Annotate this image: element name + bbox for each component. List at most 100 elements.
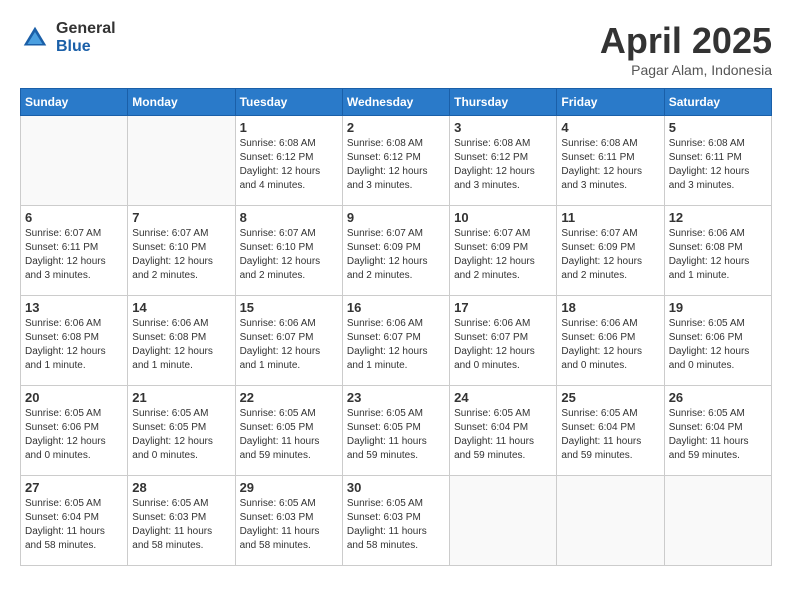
calendar-cell: 15 Sunrise: 6:06 AM Sunset: 6:07 PM Dayli… [235,296,342,386]
calendar-table: SundayMondayTuesdayWednesdayThursdayFrid… [20,88,772,566]
day-info: Sunrise: 6:08 AM Sunset: 6:12 PM Dayligh… [347,137,445,193]
calendar-cell: 4 Sunrise: 6:08 AM Sunset: 6:11 PM Daylig… [557,116,664,206]
day-number: 24 [454,390,552,405]
day-number: 3 [454,120,552,135]
day-info: Sunrise: 6:06 AM Sunset: 6:06 PM Dayligh… [561,317,659,373]
day-number: 16 [347,300,445,315]
day-info: Sunrise: 6:06 AM Sunset: 6:08 PM Dayligh… [132,317,230,373]
logo-blue-text: Blue [56,38,116,56]
day-number: 22 [240,390,338,405]
calendar-cell: 25 Sunrise: 6:05 AM Sunset: 6:04 PM Dayli… [557,386,664,476]
week-row-4: 20Sunrise: 6:05 AM Sunset: 6:06 PM Dayli… [21,386,772,476]
day-info: Sunrise: 6:08 AM Sunset: 6:12 PM Dayligh… [240,137,338,193]
day-number: 28 [132,480,230,495]
calendar-cell: 14Sunrise: 6:06 AM Sunset: 6:08 PM Dayli… [128,296,235,386]
day-info: Sunrise: 6:06 AM Sunset: 6:08 PM Dayligh… [669,227,767,283]
day-info: Sunrise: 6:05 AM Sunset: 6:03 PM Dayligh… [240,497,338,553]
calendar-cell: 22 Sunrise: 6:05 AM Sunset: 6:05 PM Dayli… [235,386,342,476]
calendar-cell: 23Sunrise: 6:05 AM Sunset: 6:05 PM Dayli… [342,386,449,476]
weekday-header-monday: Monday [128,89,235,116]
day-number: 30 [347,480,445,495]
day-info: Sunrise: 6:06 AM Sunset: 6:07 PM Dayligh… [454,317,552,373]
weekday-header-sunday: Sunday [21,89,128,116]
day-info: Sunrise: 6:05 AM Sunset: 6:04 PM Dayligh… [669,407,767,463]
day-info: Sunrise: 6:07 AM Sunset: 6:09 PM Dayligh… [347,227,445,283]
week-row-1: 1 Sunrise: 6:08 AM Sunset: 6:12 PM Daylig… [21,116,772,206]
day-number: 2 [347,120,445,135]
calendar-cell: 7 Sunrise: 6:07 AM Sunset: 6:10 PM Daylig… [128,206,235,296]
logo: General Blue [20,20,116,55]
calendar-cell: 20Sunrise: 6:05 AM Sunset: 6:06 PM Dayli… [21,386,128,476]
calendar-cell: 28 Sunrise: 6:05 AM Sunset: 6:03 PM Dayli… [128,476,235,566]
day-info: Sunrise: 6:06 AM Sunset: 6:07 PM Dayligh… [240,317,338,373]
calendar-cell: 10 Sunrise: 6:07 AM Sunset: 6:09 PM Dayli… [450,206,557,296]
calendar-cell: 13 Sunrise: 6:06 AM Sunset: 6:08 PM Dayli… [21,296,128,386]
weekday-header-friday: Friday [557,89,664,116]
day-info: Sunrise: 6:08 AM Sunset: 6:11 PM Dayligh… [669,137,767,193]
calendar-cell [128,116,235,206]
day-info: Sunrise: 6:05 AM Sunset: 6:04 PM Dayligh… [25,497,123,553]
calendar-cell [557,476,664,566]
day-info: Sunrise: 6:07 AM Sunset: 6:09 PM Dayligh… [454,227,552,283]
day-number: 27 [25,480,123,495]
page-header: General Blue April 2025 Pagar Alam, Indo… [20,20,772,78]
day-info: Sunrise: 6:07 AM Sunset: 6:10 PM Dayligh… [240,227,338,283]
calendar-cell: 1 Sunrise: 6:08 AM Sunset: 6:12 PM Daylig… [235,116,342,206]
calendar-cell: 8 Sunrise: 6:07 AM Sunset: 6:10 PM Daylig… [235,206,342,296]
day-number: 9 [347,210,445,225]
calendar-cell [450,476,557,566]
logo-icon [20,23,50,53]
calendar-cell: 17 Sunrise: 6:06 AM Sunset: 6:07 PM Dayli… [450,296,557,386]
calendar-cell: 16 Sunrise: 6:06 AM Sunset: 6:07 PM Dayli… [342,296,449,386]
day-number: 10 [454,210,552,225]
logo-general-text: General [56,20,116,38]
calendar-cell: 3 Sunrise: 6:08 AM Sunset: 6:12 PM Daylig… [450,116,557,206]
calendar-cell: 11Sunrise: 6:07 AM Sunset: 6:09 PM Dayli… [557,206,664,296]
day-info: Sunrise: 6:06 AM Sunset: 6:07 PM Dayligh… [347,317,445,373]
week-row-2: 6Sunrise: 6:07 AM Sunset: 6:11 PM Daylig… [21,206,772,296]
day-number: 7 [132,210,230,225]
day-info: Sunrise: 6:08 AM Sunset: 6:11 PM Dayligh… [561,137,659,193]
logo-text: General Blue [56,20,116,55]
calendar-cell: 21 Sunrise: 6:05 AM Sunset: 6:05 PM Dayli… [128,386,235,476]
day-info: Sunrise: 6:06 AM Sunset: 6:08 PM Dayligh… [25,317,123,373]
day-number: 29 [240,480,338,495]
day-info: Sunrise: 6:05 AM Sunset: 6:04 PM Dayligh… [561,407,659,463]
day-number: 21 [132,390,230,405]
day-number: 8 [240,210,338,225]
day-info: Sunrise: 6:05 AM Sunset: 6:06 PM Dayligh… [669,317,767,373]
day-number: 13 [25,300,123,315]
day-info: Sunrise: 6:05 AM Sunset: 6:04 PM Dayligh… [454,407,552,463]
calendar-cell: 26 Sunrise: 6:05 AM Sunset: 6:04 PM Dayli… [664,386,771,476]
day-number: 26 [669,390,767,405]
weekday-header-tuesday: Tuesday [235,89,342,116]
weekday-header-thursday: Thursday [450,89,557,116]
day-number: 11 [561,210,659,225]
week-row-5: 27 Sunrise: 6:05 AM Sunset: 6:04 PM Dayli… [21,476,772,566]
title-area: April 2025 Pagar Alam, Indonesia [600,20,772,78]
day-number: 20 [25,390,123,405]
calendar-cell [21,116,128,206]
day-info: Sunrise: 6:05 AM Sunset: 6:05 PM Dayligh… [132,407,230,463]
day-number: 25 [561,390,659,405]
day-info: Sunrise: 6:05 AM Sunset: 6:05 PM Dayligh… [240,407,338,463]
day-number: 4 [561,120,659,135]
day-number: 17 [454,300,552,315]
calendar-cell [664,476,771,566]
day-number: 1 [240,120,338,135]
day-number: 19 [669,300,767,315]
weekday-header-saturday: Saturday [664,89,771,116]
calendar-cell: 9 Sunrise: 6:07 AM Sunset: 6:09 PM Daylig… [342,206,449,296]
calendar-cell: 19 Sunrise: 6:05 AM Sunset: 6:06 PM Dayli… [664,296,771,386]
calendar-cell: 27 Sunrise: 6:05 AM Sunset: 6:04 PM Dayli… [21,476,128,566]
day-info: Sunrise: 6:08 AM Sunset: 6:12 PM Dayligh… [454,137,552,193]
weekday-header-wednesday: Wednesday [342,89,449,116]
calendar-cell: 29 Sunrise: 6:05 AM Sunset: 6:03 PM Dayli… [235,476,342,566]
day-info: Sunrise: 6:07 AM Sunset: 6:11 PM Dayligh… [25,227,123,283]
day-number: 15 [240,300,338,315]
location-text: Pagar Alam, Indonesia [600,62,772,78]
day-info: Sunrise: 6:07 AM Sunset: 6:10 PM Dayligh… [132,227,230,283]
day-number: 18 [561,300,659,315]
day-info: Sunrise: 6:05 AM Sunset: 6:03 PM Dayligh… [132,497,230,553]
calendar-cell: 12Sunrise: 6:06 AM Sunset: 6:08 PM Dayli… [664,206,771,296]
